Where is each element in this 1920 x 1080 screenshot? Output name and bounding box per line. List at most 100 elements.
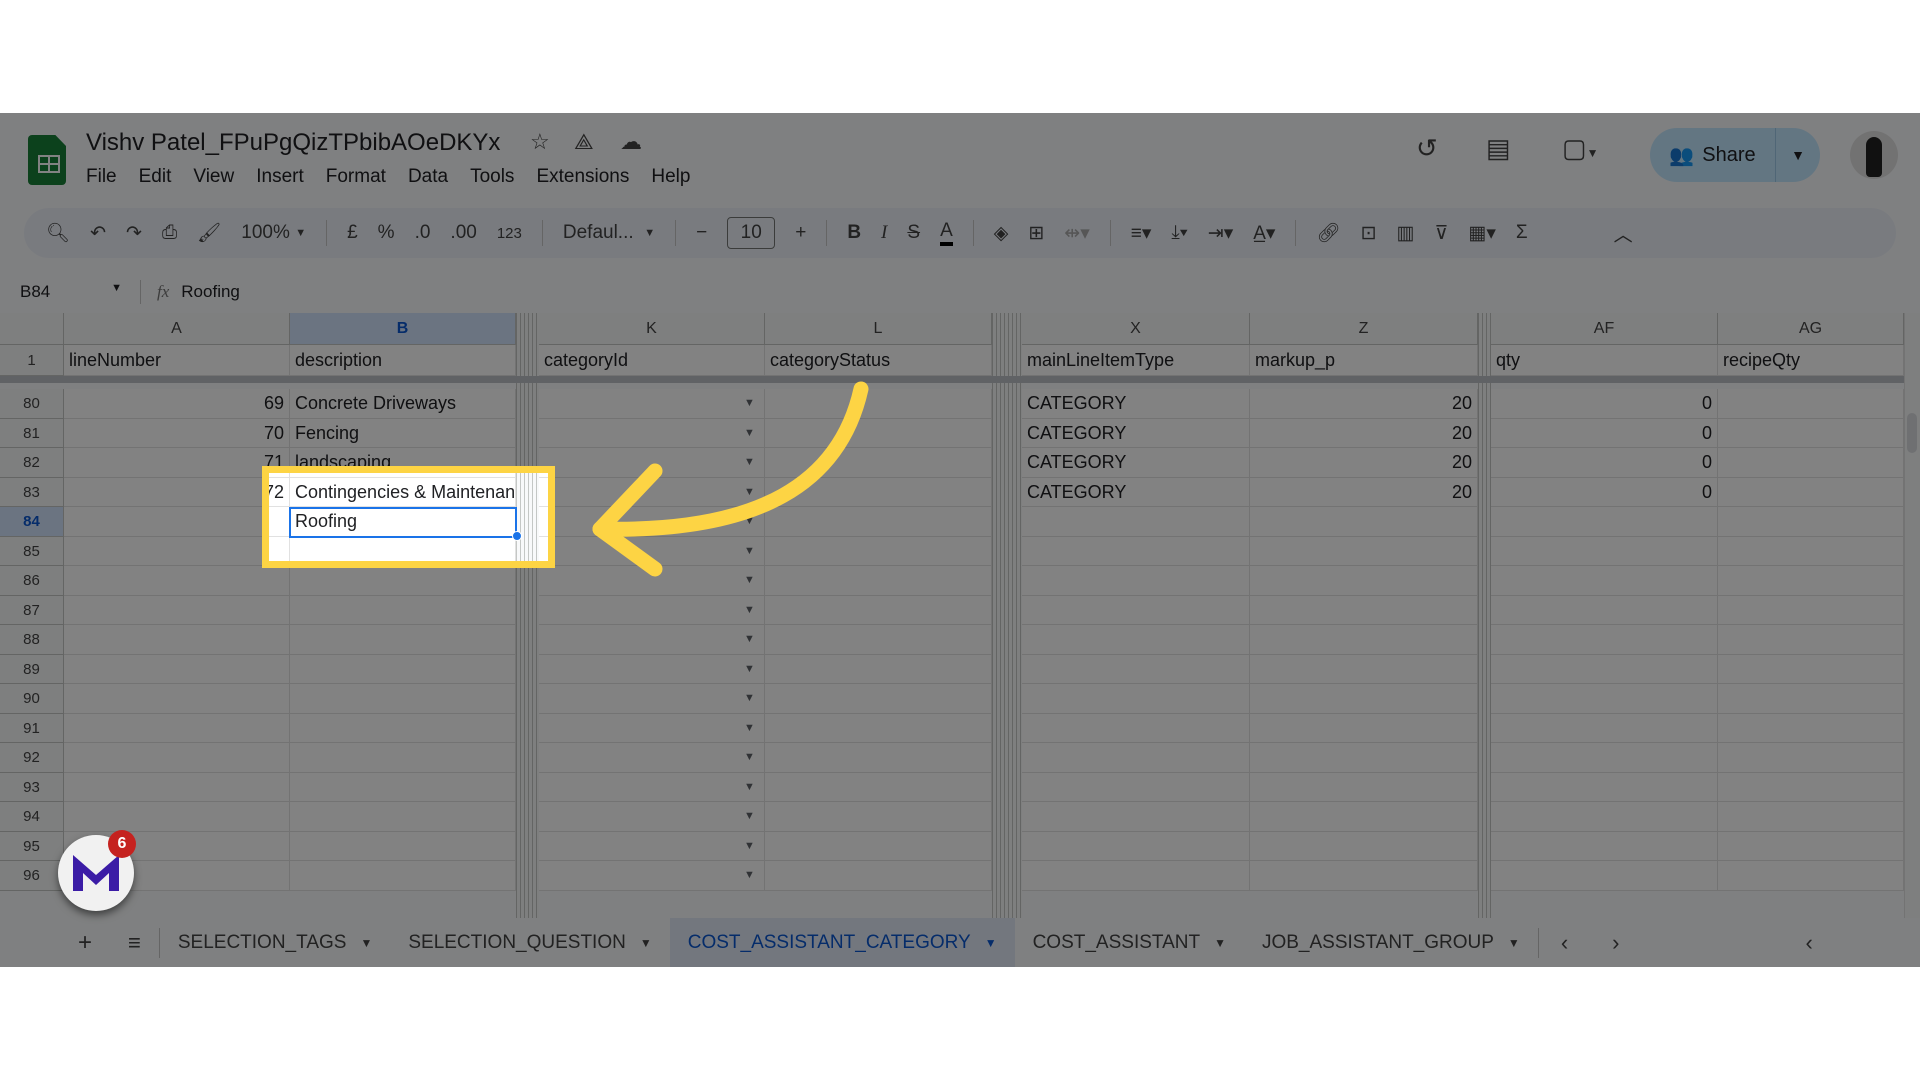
cell-z91[interactable]: [1250, 713, 1478, 743]
dropdown-chevron-icon[interactable]: ▼: [744, 663, 755, 675]
share-button[interactable]: 👥 Share ▼: [1650, 128, 1820, 182]
cell-b81[interactable]: Fencing: [290, 418, 516, 448]
sheet-tab-job-assistant-group[interactable]: JOB_ASSISTANT_GROUP ▼: [1244, 918, 1538, 967]
cell-l95[interactable]: [765, 831, 992, 861]
cell-a90[interactable]: [64, 684, 290, 714]
cell-ag88[interactable]: [1718, 625, 1904, 655]
move-to-drive-icon[interactable]: ⟁: [574, 129, 594, 155]
sheet-tab-cost-assistant-category[interactable]: COST_ASSISTANT_CATEGORY ▼: [669, 918, 1015, 967]
cell-a92[interactable]: [64, 743, 290, 773]
row-header-95[interactable]: 95: [0, 831, 64, 861]
sheet-tab-cost-assistant[interactable]: COST_ASSISTANT ▼: [1015, 918, 1244, 967]
cell-x80[interactable]: CATEGORY: [1022, 389, 1250, 419]
cell-x89[interactable]: [1022, 654, 1250, 684]
cell-a88[interactable]: [64, 625, 290, 655]
dropdown-chevron-icon[interactable]: ▼: [744, 427, 755, 439]
row-header-82[interactable]: 82: [0, 448, 64, 478]
cell-x90[interactable]: [1022, 684, 1250, 714]
cell-b83[interactable]: Contingencies & Maintenance: [290, 477, 516, 507]
cell-x87[interactable]: [1022, 595, 1250, 625]
row-header-93[interactable]: 93: [0, 772, 64, 802]
text-rotation-icon[interactable]: A̲▾: [1253, 222, 1275, 245]
cell-af93[interactable]: [1491, 772, 1718, 802]
menu-edit[interactable]: Edit: [139, 166, 172, 188]
cell-af89[interactable]: [1491, 654, 1718, 684]
cell-l87[interactable]: [765, 595, 992, 625]
column-header-k[interactable]: K: [539, 313, 765, 345]
cell-z80[interactable]: 20: [1250, 389, 1478, 419]
cell-x84[interactable]: [1022, 507, 1250, 537]
freeze-divider[interactable]: [0, 376, 1904, 383]
chevron-down-icon[interactable]: ▼: [1214, 936, 1226, 950]
cell-k90[interactable]: [539, 684, 765, 714]
cell-l89[interactable]: [765, 654, 992, 684]
cell-x85[interactable]: [1022, 536, 1250, 566]
cell-a93[interactable]: [64, 772, 290, 802]
cell-b88[interactable]: [290, 625, 516, 655]
cell-l96[interactable]: [765, 861, 992, 891]
cell-ag83[interactable]: [1718, 477, 1904, 507]
strikethrough-icon[interactable]: S: [907, 222, 920, 244]
avatar[interactable]: [1850, 131, 1898, 179]
column-header-z[interactable]: Z: [1250, 313, 1478, 345]
meet-icon[interactable]: ▢▼: [1562, 133, 1598, 164]
cell-x92[interactable]: [1022, 743, 1250, 773]
cell-l85[interactable]: [765, 536, 992, 566]
row-header-87[interactable]: 87: [0, 595, 64, 625]
row-header-83[interactable]: 83: [0, 477, 64, 507]
cell-ag96[interactable]: [1718, 861, 1904, 891]
vertical-align-icon[interactable]: ⤓▾: [1171, 222, 1187, 244]
cell-k86[interactable]: [539, 566, 765, 596]
zoom-select[interactable]: 100% ▼: [241, 222, 306, 244]
dropdown-chevron-icon[interactable]: ▼: [744, 515, 755, 527]
font-size-input[interactable]: 10: [727, 217, 776, 249]
cell-k94[interactable]: [539, 802, 765, 832]
percent-button[interactable]: %: [378, 222, 395, 244]
cell-a85[interactable]: [64, 536, 290, 566]
cell-z87[interactable]: [1250, 595, 1478, 625]
cell-b86[interactable]: [290, 566, 516, 596]
cell-ag85[interactable]: [1718, 536, 1904, 566]
cell-k83[interactable]: [539, 477, 765, 507]
vertical-scrollbar-thumb[interactable]: [1907, 413, 1917, 453]
menu-file[interactable]: File: [86, 166, 117, 188]
row-header-81[interactable]: 81: [0, 418, 64, 448]
header-cell[interactable]: lineNumber: [64, 345, 290, 376]
dropdown-chevron-icon[interactable]: ▼: [744, 574, 755, 586]
increase-font-size-icon[interactable]: +: [795, 222, 806, 244]
column-header-ag[interactable]: AG: [1718, 313, 1904, 345]
cell-x96[interactable]: [1022, 861, 1250, 891]
cell-af90[interactable]: [1491, 684, 1718, 714]
cell-ag82[interactable]: [1718, 448, 1904, 478]
cell-ag89[interactable]: [1718, 654, 1904, 684]
cell-af87[interactable]: [1491, 595, 1718, 625]
menu-help[interactable]: Help: [651, 166, 690, 188]
cell-k81[interactable]: [539, 418, 765, 448]
dropdown-chevron-icon[interactable]: ▼: [744, 781, 755, 793]
cell-z83[interactable]: 20: [1250, 477, 1478, 507]
horizontal-align-icon[interactable]: ≡▾: [1131, 222, 1152, 245]
cell-k84[interactable]: [539, 507, 765, 537]
cell-x91[interactable]: [1022, 713, 1250, 743]
row-header-92[interactable]: 92: [0, 743, 64, 773]
header-cell[interactable]: categoryId: [539, 345, 765, 376]
cell-k92[interactable]: [539, 743, 765, 773]
cell-a89[interactable]: [64, 654, 290, 684]
cell-l81[interactable]: [765, 418, 992, 448]
undo-icon[interactable]: ↶: [90, 222, 106, 245]
dropdown-chevron-icon[interactable]: ▼: [744, 545, 755, 557]
dropdown-chevron-icon[interactable]: ▼: [744, 810, 755, 822]
cell-z85[interactable]: [1250, 536, 1478, 566]
bold-icon[interactable]: B: [847, 222, 861, 244]
cell-af84[interactable]: [1491, 507, 1718, 537]
cell-ag84[interactable]: [1718, 507, 1904, 537]
share-dropdown-icon[interactable]: ▼: [1776, 147, 1820, 163]
chevron-down-icon[interactable]: ▼: [985, 936, 997, 950]
cell-z96[interactable]: [1250, 861, 1478, 891]
row-header-85[interactable]: 85: [0, 536, 64, 566]
search-icon[interactable]: 🔍︎: [46, 221, 70, 245]
cell-a86[interactable]: [64, 566, 290, 596]
chevron-down-icon[interactable]: ▼: [640, 936, 652, 950]
collapse-toolbar-icon[interactable]: ︿: [1614, 220, 1633, 247]
cell-ag86[interactable]: [1718, 566, 1904, 596]
